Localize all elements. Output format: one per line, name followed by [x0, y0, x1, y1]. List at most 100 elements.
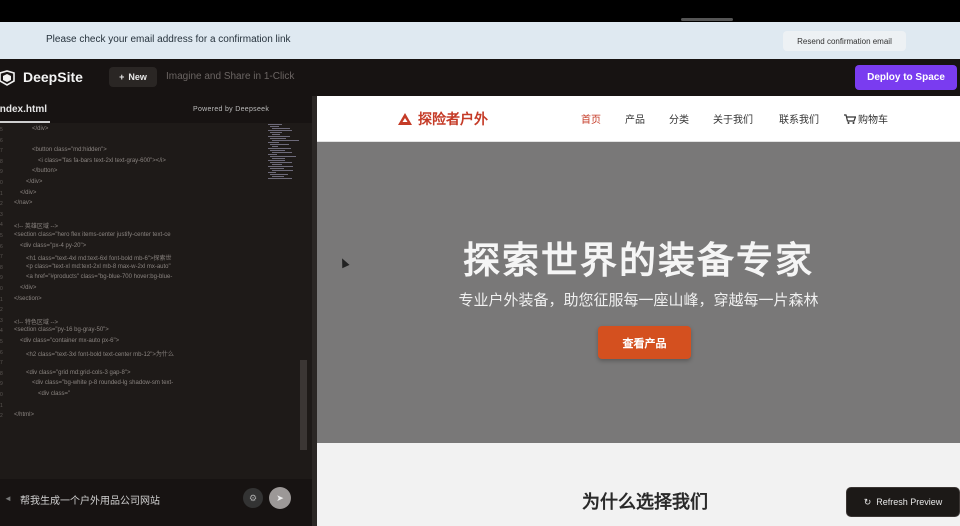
minimap-line — [270, 144, 289, 145]
active-tab-indicator — [0, 121, 50, 123]
code-line[interactable]: <div class="container mx-auto px-6"> — [20, 338, 119, 344]
line-number: 9 — [0, 169, 3, 176]
preview-navbar: 探险者户外 首页 产品 分类 关于我们 联系我们 购物车 — [317, 96, 960, 142]
code-line[interactable]: <p class="text-xl md:text-2xl mb-8 max-w… — [26, 264, 171, 270]
minimap-line — [268, 154, 277, 155]
line-number: 9 — [0, 381, 3, 388]
minimap-line — [272, 146, 278, 147]
line-number: 3 — [0, 211, 3, 218]
code-line[interactable]: <div class=" — [38, 391, 70, 397]
send-icon[interactable]: ➤ — [269, 487, 291, 509]
settings-icon[interactable]: ⚙ — [243, 488, 263, 508]
line-number: 0 — [0, 180, 3, 186]
minimap-line — [268, 178, 292, 179]
editor-scrollbar[interactable] — [300, 360, 307, 450]
deploy-to-space-button[interactable]: Deploy to Space — [855, 65, 957, 90]
minimap-line — [268, 142, 279, 143]
line-number: 3 — [0, 317, 3, 324]
file-tab-index-html[interactable]: index.html — [0, 104, 47, 115]
line-number: 2 — [0, 307, 3, 314]
code-line[interactable]: </html> — [14, 412, 34, 418]
code-line[interactable]: <i class="fas fa-bars text-2xl text-gray… — [38, 158, 166, 164]
line-number: 2 — [0, 201, 3, 208]
code-line[interactable]: <div class="px-4 py-20"> — [20, 243, 86, 249]
drag-handle[interactable] — [681, 18, 733, 21]
code-line[interactable]: <section class="hero flex items-center j… — [14, 232, 171, 238]
code-line[interactable]: <section class="py-16 bg-gray-50"> — [14, 327, 109, 333]
view-products-button[interactable]: 查看产品 — [598, 326, 691, 359]
minimap-line — [272, 158, 285, 159]
minimap-line — [268, 166, 293, 167]
code-line[interactable]: </div> — [20, 285, 36, 291]
code-line[interactable]: </div> — [26, 179, 42, 185]
minimap-line — [272, 164, 282, 165]
plus-icon: + — [119, 72, 125, 82]
new-project-button[interactable]: + New — [109, 67, 157, 87]
preview-hero: 探索世界的装备专家 专业户外装备，助您征服每一座山峰，穿越每一片森林 查看产品 — [317, 142, 960, 443]
mountain-icon — [398, 113, 412, 125]
preview-nav-home[interactable]: 首页 — [581, 111, 601, 126]
code-line[interactable]: <h2 class="text-3xl font-bold text-cente… — [26, 349, 174, 358]
hero-title: 探索世界的装备专家 — [463, 240, 814, 281]
code-content[interactable]: 5 </div> 6 7 <button class="md:hidden"> 8 <i c… — [0, 124, 268, 479]
code-line[interactable]: <!-- 特色区域 --> — [14, 317, 58, 326]
code-line[interactable]: </nav> — [14, 200, 32, 206]
line-number: 8 — [0, 370, 3, 377]
line-number: 7 — [0, 360, 3, 367]
banner-text: Please check your email address for a co… — [46, 34, 291, 45]
minimap-line — [272, 140, 299, 141]
code-line[interactable]: <div class="bg-white p-8 rounded-lg shad… — [32, 380, 173, 386]
line-number: 7 — [0, 148, 3, 155]
preview-nav-products[interactable]: 产品 — [625, 111, 645, 126]
top-bar-background — [0, 0, 960, 22]
line-number: 0 — [0, 286, 3, 292]
minimap-line — [272, 134, 280, 135]
deepsite-logo-icon — [0, 70, 15, 86]
code-line[interactable]: </div> — [32, 126, 48, 132]
line-number: 8 — [0, 264, 3, 271]
preview-nav-cart[interactable]: 购物车 — [844, 111, 888, 126]
preview-nav-categories[interactable]: 分类 — [669, 111, 689, 126]
preview-logo[interactable]: 探险者户外 — [397, 109, 488, 129]
minimap-line — [270, 138, 286, 139]
code-line[interactable]: <a href="#products" class="bg-blue-700 h… — [26, 274, 172, 280]
code-line[interactable]: <div class="grid md:grid-cols-3 gap-8"> — [26, 370, 130, 376]
line-number: 5 — [0, 127, 3, 133]
minimap-line — [268, 160, 285, 161]
line-number: 6 — [0, 243, 3, 250]
line-number: 2 — [0, 413, 3, 420]
line-number: 7 — [0, 254, 3, 261]
preview-nav-about[interactable]: 关于我们 — [713, 111, 753, 126]
hero-subtitle: 专业户外装备，助您征服每一座山峰，穿越每一片森林 — [458, 292, 819, 309]
cart-label: 购物车 — [858, 115, 888, 126]
preview-pane: 探险者户外 首页 产品 分类 关于我们 联系我们 购物车 探索世界的装备专家 专… — [317, 96, 960, 526]
line-number: 1 — [0, 296, 3, 303]
code-line[interactable]: </div> — [20, 190, 36, 196]
prompt-icon: ◄ — [4, 494, 12, 503]
resend-confirmation-button[interactable]: Resend confirmation email — [783, 31, 906, 51]
line-number: 8 — [0, 158, 3, 165]
refresh-preview-button[interactable]: ↻ Refresh Preview — [846, 487, 960, 517]
code-line[interactable]: <!-- 英雄区域 --> — [14, 221, 58, 230]
line-number: 0 — [0, 392, 3, 398]
minimap-line — [268, 148, 291, 149]
line-number: 4 — [0, 328, 3, 335]
line-number: 9 — [0, 275, 3, 282]
minimap-line — [268, 124, 282, 125]
minimap-line — [268, 172, 276, 173]
preview-nav-contact[interactable]: 联系我们 — [779, 111, 819, 126]
minimap-line — [270, 126, 279, 127]
refresh-label: Refresh Preview — [876, 497, 943, 507]
code-line[interactable]: </button> — [32, 168, 57, 174]
code-line[interactable]: <h1 class="text-4xl md:text-6xl font-bol… — [26, 253, 171, 262]
app-tagline: Imagine and Share in 1-Click — [166, 71, 295, 82]
line-number: 4 — [0, 222, 3, 229]
line-number: 1 — [0, 190, 3, 197]
prompt-input[interactable]: 帮我生成一个户外用品公司网站 — [20, 492, 160, 507]
code-line[interactable]: <button class="md:hidden"> — [32, 147, 107, 153]
code-line[interactable]: </section> — [14, 296, 42, 302]
minimap-line — [272, 152, 292, 153]
powered-by-label: Powered by Deepseek — [193, 106, 270, 113]
minimap-line — [270, 150, 285, 151]
code-minimap[interactable] — [268, 124, 304, 184]
